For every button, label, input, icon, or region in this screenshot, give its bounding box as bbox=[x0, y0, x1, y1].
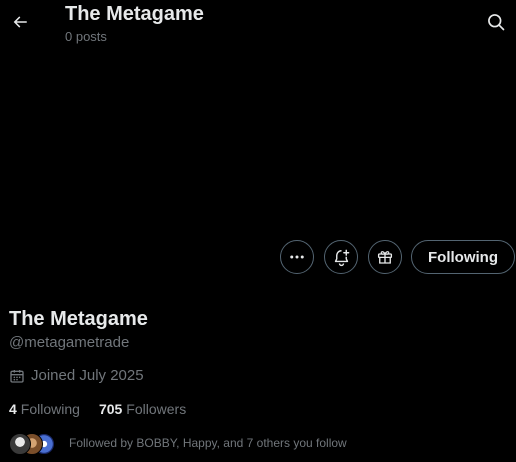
arrow-left-icon bbox=[11, 13, 29, 31]
back-button[interactable] bbox=[4, 6, 36, 38]
profile-header: The Metagame 0 posts bbox=[0, 0, 516, 48]
profile-page: The Metagame 0 posts Following The Metag… bbox=[0, 0, 516, 462]
followers-label: Followers bbox=[126, 401, 187, 417]
post-count: 0 posts bbox=[65, 29, 107, 44]
joined-date: Joined July 2025 bbox=[9, 366, 144, 386]
follow-stats: 4 Following 705 Followers bbox=[9, 400, 186, 418]
search-button[interactable] bbox=[480, 6, 512, 38]
search-icon bbox=[486, 12, 506, 32]
followers-count: 705 bbox=[98, 401, 123, 417]
follower-avatars bbox=[9, 431, 61, 455]
more-options-button[interactable] bbox=[280, 240, 314, 274]
followed-by-row[interactable]: Followed by BOBBY, Happy, and 7 others y… bbox=[9, 430, 347, 456]
followers-link[interactable]: 705 Followers bbox=[99, 400, 186, 418]
gift-icon bbox=[376, 248, 394, 266]
notifications-button[interactable] bbox=[324, 240, 358, 274]
following-button[interactable]: Following bbox=[411, 240, 515, 274]
following-label: Following bbox=[20, 401, 80, 417]
bell-plus-icon bbox=[332, 248, 351, 267]
more-horizontal-icon bbox=[288, 248, 306, 266]
followed-by-text: Followed by BOBBY, Happy, and 7 others y… bbox=[69, 436, 347, 450]
profile-display-name: The Metagame bbox=[9, 308, 148, 330]
following-count: 4 bbox=[9, 401, 17, 417]
gift-button[interactable] bbox=[368, 240, 402, 274]
header-title: The Metagame bbox=[65, 3, 204, 25]
calendar-icon bbox=[9, 368, 25, 384]
joined-text: Joined July 2025 bbox=[31, 367, 144, 384]
avatar bbox=[9, 433, 31, 455]
profile-handle: @metagametrade bbox=[9, 334, 130, 351]
following-link[interactable]: 4 Following bbox=[9, 400, 80, 418]
